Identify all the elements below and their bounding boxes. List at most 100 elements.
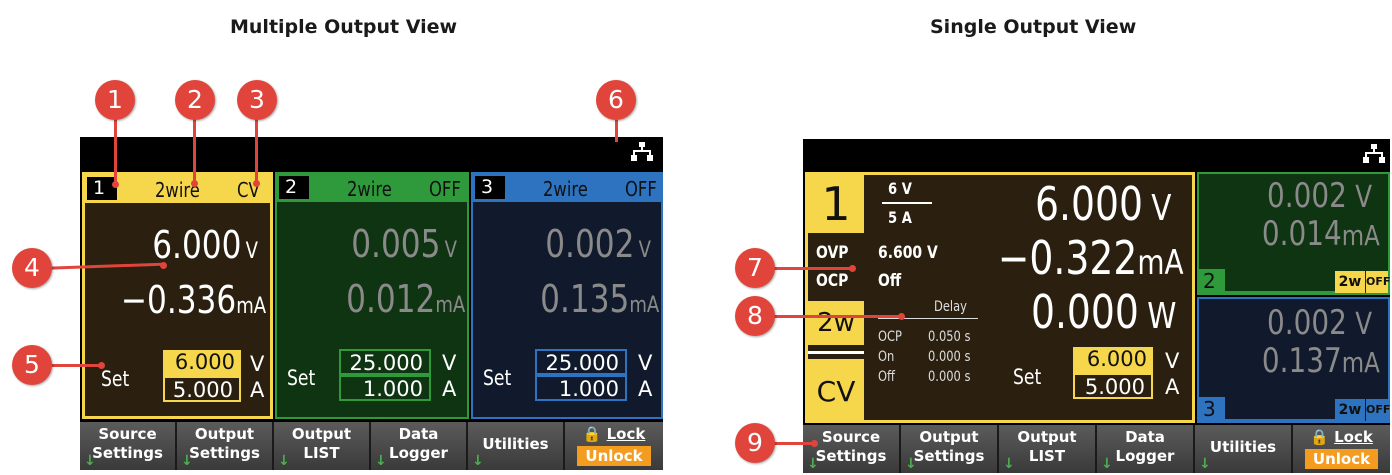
delay-ocp-value: 0.050 s — [928, 329, 971, 345]
source-settings-softkey[interactable]: Source Settings ↓ — [80, 422, 177, 470]
channel-number: 3 — [1199, 397, 1225, 421]
data-logger-softkey[interactable]: Data Logger ↓ — [1097, 425, 1195, 473]
wire-mode: 2wire — [347, 177, 392, 201]
current-range: 5 A — [888, 208, 912, 227]
lan-icon — [631, 142, 653, 162]
current-readout: 0.014mA — [1262, 214, 1380, 254]
delay-off-label: Off — [878, 369, 895, 385]
callout-9: 9 — [735, 423, 775, 463]
voltage-unit: V — [442, 351, 457, 375]
voltage-readout: 0.002 V — [1267, 303, 1372, 343]
channel-number: 1 — [87, 177, 117, 200]
output-settings-softkey[interactable]: Output Settings ↓ — [177, 422, 274, 470]
ovp-label: OVP — [816, 243, 849, 263]
power-readout: 0.000 W — [1030, 285, 1176, 339]
voltage-setpoint[interactable]: 6.000 — [1073, 347, 1153, 373]
voltage-setpoint[interactable]: 6.000 — [163, 350, 241, 376]
voltage-readout: 0.002 V — [545, 222, 651, 266]
lan-icon — [1363, 144, 1385, 164]
voltage-unit: V — [1165, 349, 1180, 373]
voltage-setpoint[interactable]: 25.000 — [339, 349, 431, 375]
multiple-output-screen: 1 2wire CV 6.000 V −0.336mA Set 6.000 5.… — [80, 137, 663, 470]
callout-8: 8 — [735, 296, 775, 336]
arrow-down-icon: ↓ — [375, 453, 387, 469]
callout-8-leader — [762, 315, 900, 318]
single-output-screen: 1 6 V 5 A OVP 6.600 V OCP Off 2w CV Dela… — [803, 139, 1390, 473]
delay-ocp-label: OCP — [878, 329, 902, 345]
callout-5-dot — [98, 362, 105, 369]
output-list-softkey[interactable]: Output LIST ↓ — [999, 425, 1097, 473]
channel-1-panel[interactable]: 1 6 V 5 A OVP 6.600 V OCP Off 2w CV Dela… — [805, 172, 1195, 423]
lock-unlock-softkey[interactable]: 🔒 Lock Unlock — [1293, 425, 1390, 473]
wire-mode: 2wire — [543, 177, 588, 201]
callout-6-leader — [615, 120, 618, 142]
delay-off-value: 0.000 s — [928, 369, 971, 385]
current-unit: A — [250, 378, 265, 402]
callout-1: 1 — [95, 80, 135, 120]
output-state: OFF — [1366, 399, 1390, 421]
current-setpoint[interactable]: 5.000 — [1073, 373, 1153, 399]
softkey-bar: Source Settings ↓ Output Settings ↓ Output LI… — [80, 422, 663, 470]
callout-1-dot — [112, 181, 119, 188]
current-readout: −0.322mA — [998, 231, 1184, 285]
data-logger-softkey[interactable]: Data Logger ↓ — [371, 422, 468, 470]
arrow-down-icon: ↓ — [807, 456, 819, 472]
delay-on-value: 0.000 s — [928, 349, 971, 365]
voltage-unit: V — [638, 351, 653, 375]
callout-1-leader — [114, 110, 117, 185]
lock-unlock-softkey[interactable]: 🔒 Lock Unlock — [565, 422, 663, 470]
current-unit: A — [1165, 375, 1180, 399]
current-unit: A — [638, 377, 653, 401]
arrow-down-icon: ↓ — [1199, 456, 1211, 472]
lock-icon: 🔒 — [1310, 428, 1329, 446]
channel-3-mini-panel[interactable]: 0.002 V 0.137mA 3 2w OFF — [1197, 297, 1390, 423]
set-label: Set — [101, 367, 130, 391]
callout-8-dot — [898, 313, 905, 320]
ocp-value: Off — [878, 271, 902, 291]
callout-4: 4 — [12, 248, 52, 288]
voltage-range: 6 V — [888, 179, 912, 198]
channel-number: 2 — [1199, 269, 1225, 293]
callout-9-dot — [811, 440, 818, 447]
callout-7-dot — [849, 265, 856, 272]
lock-icon: 🔒 — [582, 425, 602, 443]
output-list-softkey[interactable]: Output LIST ↓ — [274, 422, 371, 470]
output-state: OFF — [625, 177, 657, 201]
voltage-setpoint[interactable]: 25.000 — [535, 349, 627, 375]
current-readout: 0.012mA — [345, 277, 465, 321]
arrow-down-icon: ↓ — [472, 453, 484, 469]
arrow-down-icon: ↓ — [1003, 456, 1015, 472]
callout-3-dot — [253, 180, 260, 187]
callout-7: 7 — [735, 248, 775, 288]
output-settings-softkey[interactable]: Output Settings ↓ — [901, 425, 999, 473]
current-setpoint[interactable]: 1.000 — [535, 375, 627, 401]
voltage-readout: 0.002 V — [1267, 176, 1372, 216]
ocp-label: OCP — [816, 271, 849, 291]
output-state: OFF — [1366, 271, 1390, 293]
delay-on-label: On — [878, 349, 895, 365]
delay-label: Delay — [934, 299, 967, 315]
current-readout: −0.336mA — [120, 278, 266, 322]
current-readout: 0.135mA — [539, 277, 659, 321]
current-readout: 0.137mA — [1262, 341, 1380, 381]
utilities-softkey[interactable]: Utilities ↓ — [1195, 425, 1293, 473]
channel-2-panel[interactable]: 2 2wire OFF 0.005 V 0.012mA Set 25.000 1… — [275, 172, 469, 419]
set-label: Set — [483, 366, 512, 390]
utilities-softkey[interactable]: Utilities ↓ — [468, 422, 565, 470]
channel-2-mini-panel[interactable]: 0.002 V 0.014mA 2 2w OFF — [1197, 172, 1390, 295]
voltage-readout: 6.000 V — [1035, 177, 1172, 231]
current-setpoint[interactable]: 5.000 — [163, 376, 241, 402]
voltage-unit: V — [250, 352, 265, 376]
arrow-down-icon: ↓ — [1101, 456, 1113, 472]
arrow-down-icon: ↓ — [84, 453, 96, 469]
channel-1-panel[interactable]: 1 2wire CV 6.000 V −0.336mA Set 6.000 5.… — [82, 172, 273, 419]
arrow-down-icon: ↓ — [181, 453, 193, 469]
source-settings-softkey[interactable]: Source Settings ↓ — [803, 425, 901, 473]
callout-6: 6 — [596, 80, 636, 120]
ovp-value: 6.600 V — [878, 243, 938, 263]
sense-mode: 2w — [1335, 271, 1365, 293]
callout-3-leader — [255, 110, 258, 183]
voltage-readout: 0.005 V — [351, 222, 457, 266]
channel-3-panel[interactable]: 3 2wire OFF 0.002 V 0.135mA Set 25.000 1… — [471, 172, 663, 419]
current-setpoint[interactable]: 1.000 — [339, 375, 431, 401]
